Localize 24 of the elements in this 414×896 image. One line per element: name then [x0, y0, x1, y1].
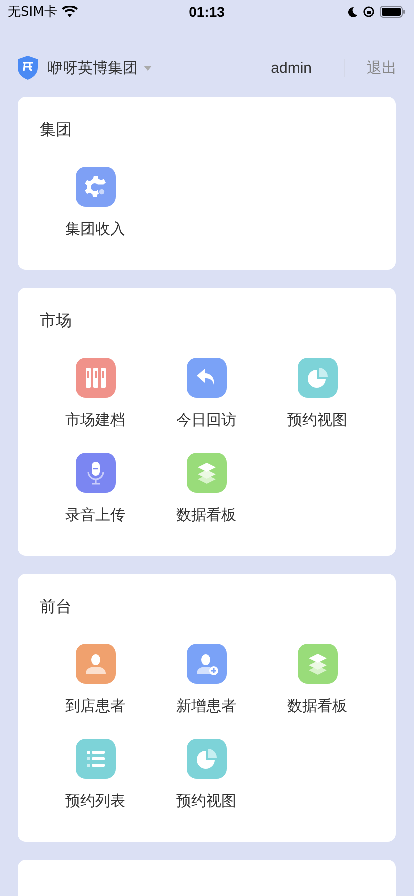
clock-time: 01:13: [189, 4, 225, 20]
menu-tile[interactable]: 预约列表: [40, 739, 151, 834]
menu-tile[interactable]: 到店患者: [40, 644, 151, 739]
section-title: 前台: [40, 596, 73, 618]
shield-logo-icon: [18, 56, 38, 80]
menu-tile[interactable]: 今日回访: [151, 358, 262, 453]
menu-tile[interactable]: 数据看板: [151, 453, 262, 548]
menu-tile[interactable]: 数据看板: [262, 644, 373, 739]
menu-tile[interactable]: 预约视图: [262, 358, 373, 453]
carrier-text: 无SIM卡: [8, 4, 58, 21]
rotation-lock-icon: [363, 6, 375, 18]
menu-tile[interactable]: 集团收入: [40, 167, 151, 262]
organization-dropdown[interactable]: 咿呀英博集团: [48, 58, 152, 78]
username-text: admin: [271, 60, 312, 76]
menu-tile[interactable]: 录音上传: [40, 453, 151, 548]
caret-icon: [144, 66, 152, 70]
moon-icon: [348, 6, 358, 18]
menu-tile[interactable]: 新增患者: [151, 644, 262, 739]
menu-tile[interactable]: 预约视图: [151, 739, 262, 834]
battery-icon: [380, 6, 406, 18]
wifi-icon: [62, 6, 78, 18]
section-title: 市场: [40, 310, 73, 332]
section-title: 集团: [40, 119, 73, 141]
menu-tile[interactable]: 市场建档: [40, 358, 151, 453]
